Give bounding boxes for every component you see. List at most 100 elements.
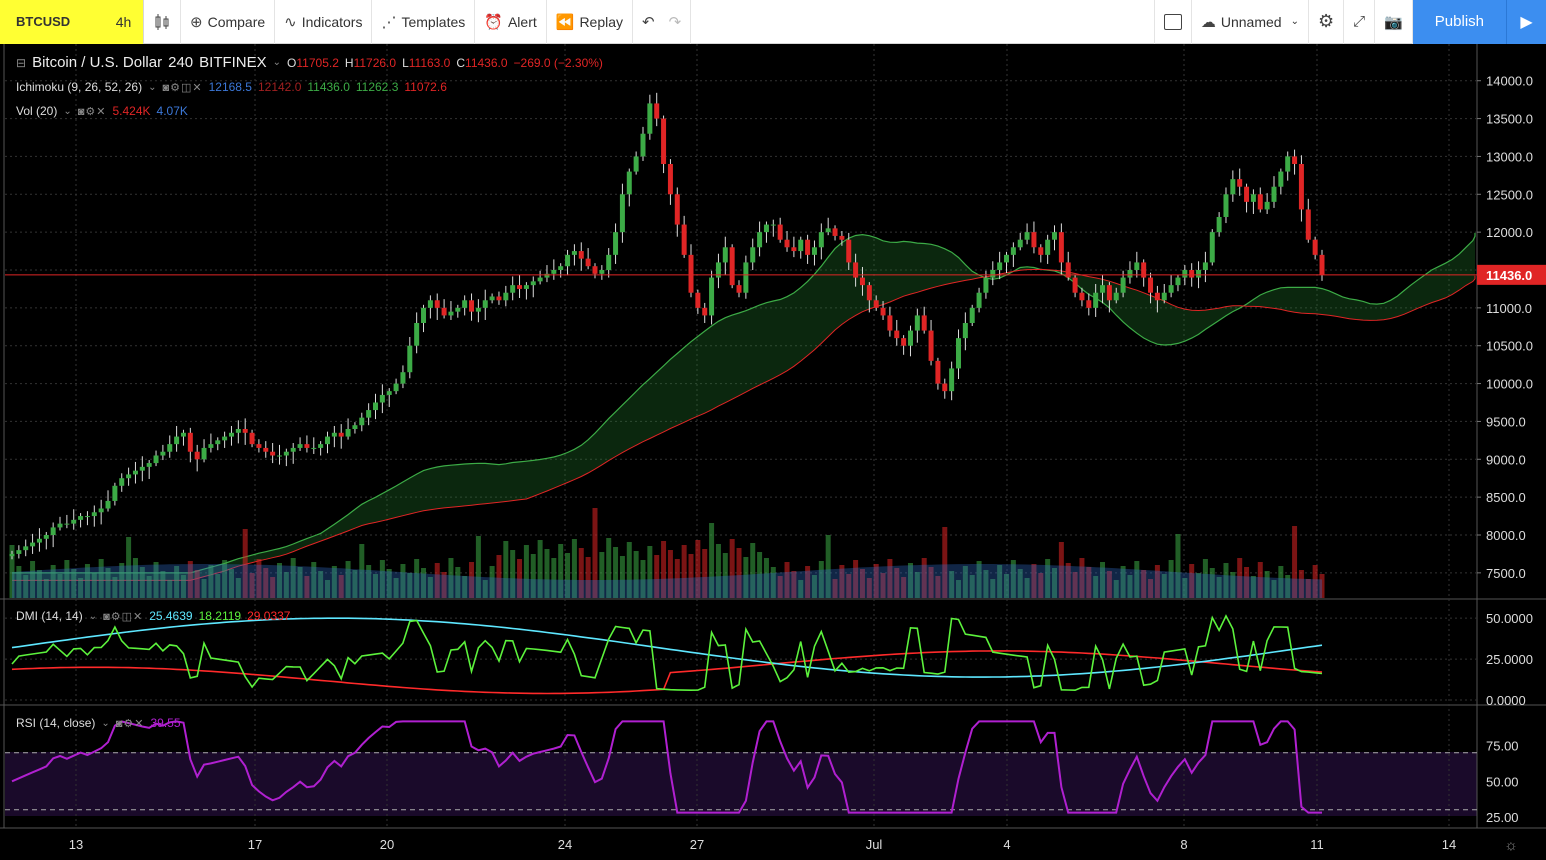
camera-icon: 📷 — [1384, 13, 1403, 31]
candle-body — [1298, 164, 1304, 210]
candle-body — [709, 277, 715, 316]
candle-body — [146, 463, 152, 467]
compare-label: Compare — [207, 13, 266, 30]
chevron-down-icon[interactable]: ⌄ — [89, 611, 97, 622]
candle-body — [489, 296, 495, 301]
candle-body — [907, 330, 913, 346]
candle-body — [1237, 179, 1243, 187]
replay-button[interactable]: ⏪ Replay — [547, 0, 634, 44]
rsi-legend: RSI (14, close) ⌄ ◙⚙✕ 39.55 — [16, 716, 181, 730]
main-legend: ⊟ Bitcoin / U.S. Dollar 240 BITFINEX ⌄ O… — [16, 54, 603, 71]
candle-body — [407, 345, 413, 373]
ichimoku-lead1: 11262.3 — [355, 80, 399, 94]
candle-body — [661, 118, 667, 164]
chevron-down-icon[interactable]: ⌄ — [101, 718, 109, 729]
candle-body — [1292, 156, 1298, 164]
candle-body — [276, 455, 282, 457]
chevron-down-icon[interactable]: ⌄ — [273, 57, 281, 68]
rewind-icon: ⏪ — [555, 13, 575, 31]
candle-body — [1250, 194, 1256, 202]
price-axis-label: 8000.0 — [1486, 528, 1526, 543]
price-axis-label: 7500.0 — [1486, 566, 1526, 581]
indicator-controls-icon[interactable]: ◙⚙✕ — [116, 717, 145, 730]
interval-label: 4h — [115, 13, 132, 30]
candle-body — [16, 550, 22, 554]
candle-body — [311, 447, 317, 449]
candle-body — [722, 247, 728, 263]
dmi-axis-label: 25.0000 — [1486, 652, 1533, 667]
price-axis-label: 13500.0 — [1486, 112, 1533, 127]
candle-body — [421, 307, 427, 323]
price-axis-label: 11000.0 — [1486, 301, 1532, 316]
price-axis-label: 9500.0 — [1486, 414, 1526, 429]
play-button[interactable]: ▶ — [1506, 0, 1546, 44]
undo-icon[interactable]: ↶ — [642, 13, 655, 31]
candle-body — [297, 444, 303, 448]
candle-body — [606, 254, 612, 270]
ohlc-high: H11726.0 — [345, 56, 396, 70]
candle-body — [215, 440, 221, 445]
plus-circle-icon: ⊕ — [190, 13, 203, 31]
candle-body — [496, 296, 502, 301]
symbol-search[interactable]: BTCUSD — [0, 0, 104, 44]
candle-body — [414, 323, 420, 346]
snapshot-button[interactable]: 📷 — [1375, 0, 1413, 44]
chevron-down-icon[interactable]: ⌄ — [148, 82, 156, 93]
candle-body — [743, 262, 749, 293]
time-axis-label: Jul — [866, 837, 883, 852]
indicators-button[interactable]: ∿ Indicators — [275, 0, 373, 44]
candle-body — [750, 247, 756, 263]
candle-body — [187, 432, 193, 452]
candle-body — [921, 315, 927, 331]
candle-body — [1127, 270, 1133, 278]
candle-body — [1312, 239, 1318, 255]
indicator-controls-icon[interactable]: ◙⚙◫✕ — [103, 610, 143, 623]
redo-icon[interactable]: ↷ — [669, 13, 682, 31]
collapse-icon[interactable]: ⊟ — [16, 56, 26, 70]
indicator-controls-icon[interactable]: ◙⚙✕ — [78, 105, 107, 118]
candle-body — [681, 224, 687, 255]
di-minus-value: 29.0337 — [247, 609, 291, 623]
adx-value: 25.4639 — [149, 609, 193, 623]
high-value: 11726.0 — [353, 55, 397, 70]
chart-type-button[interactable] — [144, 0, 181, 44]
candle-body — [537, 277, 543, 282]
interval-selector[interactable]: 4h — [104, 0, 144, 44]
candle-body — [462, 300, 468, 308]
rsi-axis-label: 75.00 — [1486, 739, 1519, 754]
price-axis-label: 13000.0 — [1486, 149, 1533, 164]
compare-button[interactable]: ⊕ Compare — [181, 0, 276, 44]
alert-button[interactable]: ⏰ Alert — [475, 0, 547, 44]
candle-body — [962, 323, 968, 339]
chevron-down-icon: ⌄ — [1290, 16, 1299, 27]
undo-redo-group: ↶ ↷ — [633, 0, 692, 44]
time-axis-label: 11 — [1310, 837, 1324, 852]
ichimoku-legend: Ichimoku (9, 26, 52, 26) ⌄ ◙⚙◫✕ 12168.5 … — [16, 80, 447, 94]
candle-body — [331, 432, 337, 437]
chevron-down-icon[interactable]: ⌄ — [63, 106, 71, 117]
candle-body — [194, 451, 200, 460]
chart-canvas[interactable]: 13 17 20 24 27 Jul 4 8 11 14 ☼ 14000.0 13500.0 13000.… — [0, 44, 1546, 860]
templates-button[interactable]: ⋰ Templates — [372, 0, 476, 44]
candle-body — [983, 277, 989, 293]
candle-body — [324, 436, 330, 445]
low-value: 11163.0 — [408, 55, 451, 70]
time-axis-label: 14 — [1442, 837, 1456, 852]
indicator-controls-icon[interactable]: ◙⚙◫✕ — [162, 81, 202, 94]
fullscreen-toggle[interactable] — [1153, 0, 1192, 44]
layout-menu[interactable]: ☁ Unnamed ⌄ — [1192, 0, 1309, 44]
candle-body — [571, 251, 577, 255]
candle-body — [263, 447, 269, 452]
candle-body — [1278, 171, 1284, 187]
publish-button[interactable]: Publish — [1412, 0, 1506, 44]
price-axis-label: 9000.0 — [1486, 452, 1526, 467]
candle-body — [619, 194, 625, 233]
maximize-button[interactable]: ⤢ — [1344, 0, 1376, 44]
candle-body — [825, 228, 831, 233]
candle-body — [57, 523, 63, 528]
candle-body — [901, 338, 907, 346]
candle-body — [1175, 277, 1181, 286]
candle-body — [1230, 179, 1236, 195]
settings-button[interactable]: ⚙ — [1309, 0, 1345, 44]
vol-ma-value: 4.07K — [156, 104, 188, 118]
